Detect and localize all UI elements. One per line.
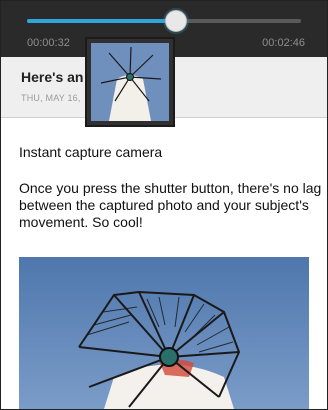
total-time: 00:02:46 xyxy=(262,37,305,49)
post-photo[interactable] xyxy=(19,257,309,409)
post-title: Here's an xyxy=(21,69,84,85)
seek-progress-fill xyxy=(27,19,175,23)
elapsed-time: 00:00:32 xyxy=(27,37,70,49)
scrub-preview-thumbnail xyxy=(85,37,175,127)
post-heading: Instant capture camera xyxy=(19,144,163,160)
windmill-photo-icon xyxy=(19,257,309,409)
windmill-thumbnail-icon xyxy=(91,43,169,121)
post-body: Instant capture camera Once you press th… xyxy=(19,144,327,231)
app-frame: 00:00:32 00:02:46 Here's an THU, MAY 16,… xyxy=(0,0,328,410)
seek-handle[interactable] xyxy=(164,10,187,32)
post-date: THU, MAY 16, xyxy=(21,93,81,103)
post-paragraph: Once you press the shutter button, there… xyxy=(19,180,322,230)
